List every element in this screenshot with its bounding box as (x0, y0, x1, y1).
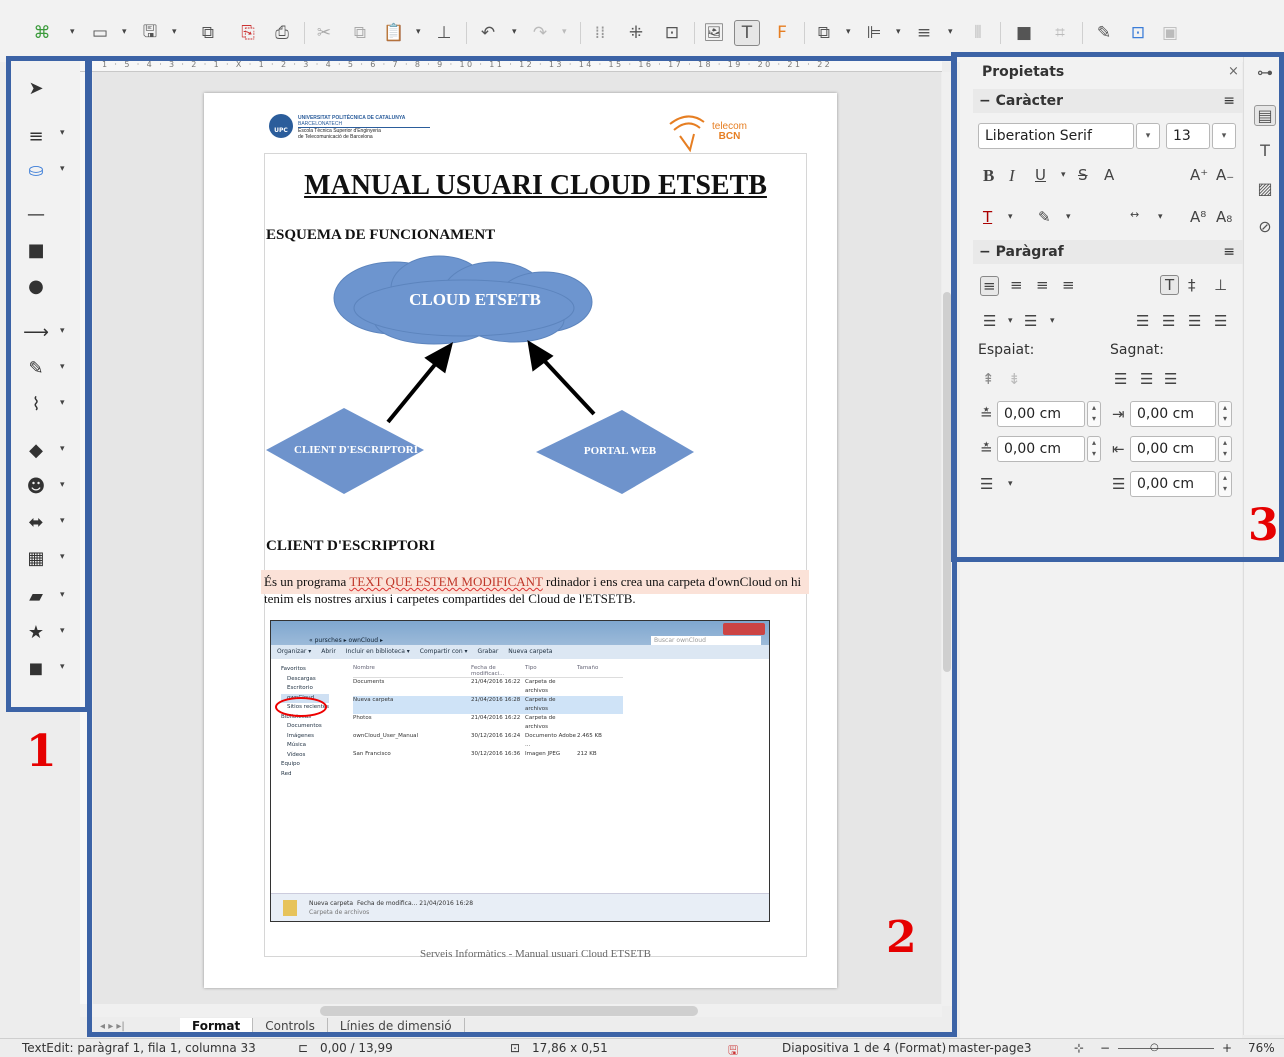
grid-icon[interactable]: ⁞⁞ (588, 20, 612, 46)
chevron-down-icon[interactable]: ▾ (512, 27, 517, 37)
print-icon[interactable]: ⎙ (270, 20, 294, 46)
chevron-down-icon[interactable]: ▾ (896, 27, 901, 37)
annotation-frame-3 (951, 52, 1284, 562)
zoom-slider-thumb[interactable]: ○ (1150, 1042, 1159, 1053)
chevron-down-icon[interactable]: ▾ (172, 27, 177, 37)
chevron-down-icon[interactable]: ▾ (948, 27, 953, 37)
annotation-number-3: 3 (1248, 500, 1279, 551)
undo-icon[interactable]: ↶ (476, 20, 500, 46)
status-slide: Diapositiva 1 de 4 (Format) (782, 1041, 947, 1055)
align-icon[interactable]: ⊫ (862, 20, 886, 46)
status-bar: TextEdit: paràgraf 1, fila 1, columna 33… (0, 1038, 1284, 1057)
distribute-icon[interactable]: ⫴ (966, 20, 990, 46)
points-icon[interactable]: ✎ (1092, 20, 1116, 46)
fit-page-icon[interactable]: ⊹ (1074, 1041, 1084, 1055)
status-position: 0,00 / 13,99 (320, 1041, 393, 1055)
annotation-frame-2 (87, 56, 957, 1037)
arrange-icon[interactable]: ≡ (912, 20, 936, 46)
display-views-icon[interactable]: ⌘ (30, 20, 54, 46)
shadow-icon[interactable]: ■ (1012, 20, 1036, 46)
status-master[interactable]: master-page3 (948, 1041, 1031, 1055)
chevron-down-icon[interactable]: ▾ (70, 27, 75, 37)
redo-icon[interactable]: ↷ (528, 20, 552, 46)
textbox-icon[interactable]: T (734, 20, 760, 46)
paste-icon[interactable]: 📋 (382, 20, 406, 46)
transform-icon[interactable]: ⧉ (812, 20, 836, 46)
chevron-down-icon[interactable]: ▾ (846, 27, 851, 37)
position-icon: ⊏ (298, 1041, 309, 1055)
document-modified-icon[interactable]: 🖫 (728, 1041, 738, 1057)
clone-icon[interactable]: ⊥ (432, 20, 456, 46)
status-size: 17,86 x 0,51 (532, 1041, 608, 1055)
chevron-down-icon[interactable]: ▾ (562, 27, 567, 37)
annotation-frame-1 (6, 56, 90, 712)
save-icon[interactable]: 🖫 (138, 20, 162, 46)
status-textedit: TextEdit: paràgraf 1, fila 1, columna 33 (22, 1041, 256, 1055)
cut-icon[interactable]: ✂ (312, 20, 336, 46)
chevron-down-icon[interactable]: ▾ (122, 27, 127, 37)
size-icon: ⊡ (510, 1041, 521, 1055)
helplines-icon[interactable]: ⁜ (624, 20, 648, 46)
export-pdf-icon[interactable]: ⎘ (236, 20, 260, 46)
annotation-number-2: 2 (886, 912, 917, 963)
export-icon[interactable]: ⧉ (196, 20, 220, 46)
zoom-slider[interactable] (1118, 1048, 1214, 1049)
fontwork-icon[interactable]: F (770, 20, 794, 46)
glue-icon[interactable]: ⊡ (1126, 20, 1150, 46)
toggle-extrusion-icon[interactable]: ▣ (1158, 20, 1182, 46)
crop-icon[interactable]: ⌗ (1048, 20, 1072, 46)
annotation-number-1: 1 (26, 726, 57, 777)
status-zoom[interactable]: 76% (1248, 1041, 1275, 1055)
zoom-out-icon[interactable]: − (1100, 1041, 1110, 1055)
chevron-down-icon[interactable]: ▾ (416, 27, 421, 37)
zoom-pan-icon[interactable]: ⊡ (660, 20, 684, 46)
zoom-in-icon[interactable]: + (1222, 1041, 1232, 1055)
open-icon[interactable]: ▭ (88, 20, 112, 46)
copy-icon[interactable]: ⧉ (348, 20, 372, 46)
image-icon[interactable]: 🖼 (702, 20, 726, 46)
